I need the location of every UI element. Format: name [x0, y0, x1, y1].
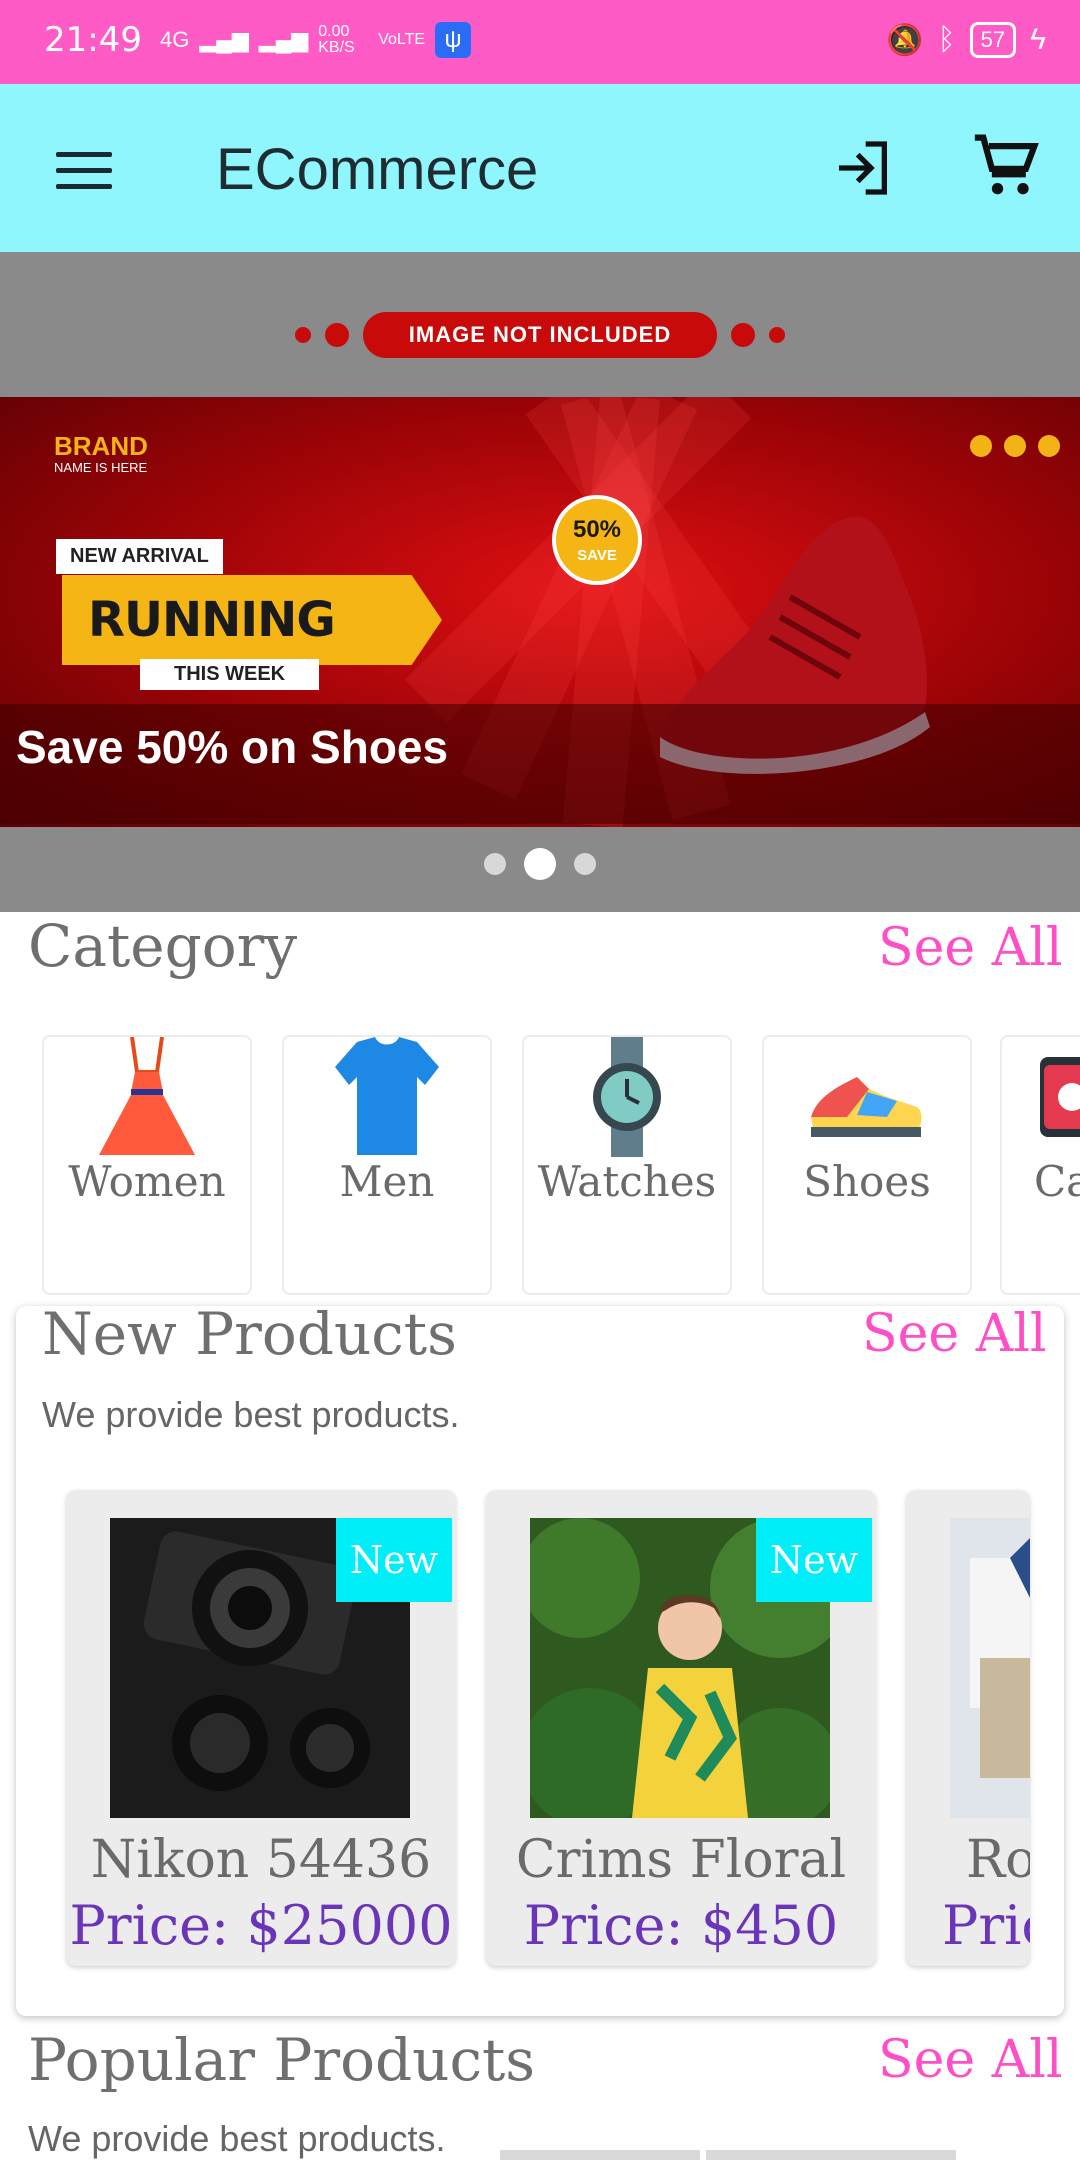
new-products-subtitle: We provide best products. [42, 1394, 460, 1435]
dress-icon [99, 1037, 195, 1155]
new-badge: New [336, 1518, 452, 1602]
status-bar: 21:49 4G ▂▄▆ ▂▄▆ 0.00 KB/S VoLTE ψ 🔕 ᛒ 5… [0, 0, 1080, 84]
image-not-included-label: IMAGE NOT INCLUDED [362, 312, 718, 358]
battery-icon: 57 [969, 22, 1017, 58]
product-price: Pric [942, 1894, 1030, 1957]
volte-text: VoLTE [378, 31, 426, 48]
category-label: Men [339, 1157, 435, 1206]
category-item-shoes[interactable]: Shoes [762, 1035, 972, 1295]
charging-icon: ϟ [1030, 23, 1046, 56]
carousel-dot[interactable] [574, 853, 596, 875]
popular-products-title: Popular Products [28, 2026, 536, 2094]
category-item-women[interactable]: Women [42, 1035, 252, 1295]
watch-icon [593, 1037, 661, 1157]
new-badge: New [756, 1518, 872, 1602]
category-label: Watches [537, 1157, 717, 1206]
carousel-dot[interactable] [484, 853, 506, 875]
status-time: 21:49 [44, 20, 142, 60]
product-card-partial[interactable]: Ro Pric [906, 1490, 1030, 1966]
twitter-icon [1038, 435, 1060, 457]
status-right-icons: 🔕 ᛒ 57 ϟ [886, 22, 1046, 58]
facebook-icon [1004, 435, 1026, 457]
app-bar: ECommerce [0, 84, 1080, 252]
camera-icon [1040, 1057, 1080, 1137]
new-arrival-tag: NEW ARRIVAL [56, 539, 223, 574]
banner-carousel[interactable]: IMAGE NOT INCLUDED BRAND NAME IS HERE NEW… [0, 252, 1080, 912]
popular-card-edge [500, 2150, 700, 2160]
hamburger-icon[interactable] [56, 152, 112, 200]
category-title: Category [28, 912, 298, 980]
app-title: ECommerce [216, 137, 539, 202]
product-name: Crims Floral [515, 1830, 847, 1890]
product-card-nikon[interactable]: New Nikon 54436 Price: $25000 [66, 1490, 456, 1966]
bluetooth-icon: ᛒ [937, 23, 956, 56]
tshirt-icon [335, 1037, 439, 1155]
instagram-icon [970, 435, 992, 457]
brand-logo: BRAND NAME IS HERE [54, 431, 148, 475]
category-item-camera[interactable]: Ca [1000, 1035, 1080, 1295]
network-type: 4G [160, 27, 190, 52]
speed-text: 0.00 KB/S [318, 23, 355, 56]
category-label: Women [68, 1157, 226, 1206]
banner-caption: Save 50% on Shoes [16, 721, 449, 773]
category-item-watches[interactable]: Watches [522, 1035, 732, 1295]
popular-products-subtitle: We provide best products. [28, 2118, 446, 2159]
carousel-dots[interactable] [0, 848, 1080, 880]
usb-icon: ψ [435, 22, 472, 58]
new-products-see-all[interactable]: See All [862, 1304, 1047, 1364]
login-icon[interactable] [830, 136, 896, 200]
new-products-title: New Products [42, 1300, 457, 1368]
product-price: Price: $450 [523, 1894, 839, 1957]
carousel-dot-active[interactable] [524, 848, 556, 880]
cart-icon[interactable] [972, 132, 1040, 200]
category-see-all[interactable]: See All [878, 918, 1063, 978]
product-name: Ro [966, 1830, 1030, 1890]
social-icons [970, 435, 1060, 457]
signal-icon-2: ▂▄▆ [258, 27, 309, 52]
banner-headline: RUNNING SHOES [62, 575, 442, 665]
status-left-icons: 4G ▂▄▆ ▂▄▆ 0.00 KB/S VoLTE ψ [160, 22, 472, 58]
product-name: Nikon 54436 [90, 1830, 432, 1890]
category-label: Ca [1034, 1157, 1080, 1206]
signal-icon: ▂▄▆ [199, 27, 249, 52]
product-card-crims-floral[interactable]: New Crims Floral Price: $450 [486, 1490, 876, 1966]
category-label: Shoes [803, 1157, 931, 1206]
sale-badge: 50% SAVE [552, 495, 642, 585]
image-placeholder-row: IMAGE NOT INCLUDED [0, 312, 1080, 358]
product-price: Price: $25000 [69, 1894, 453, 1957]
sneaker-icon [811, 1077, 922, 1137]
popular-card-edge [706, 2150, 956, 2160]
product-image [950, 1518, 1030, 1818]
popular-products-see-all[interactable]: See All [878, 2030, 1063, 2090]
this-week-tag: THIS WEEK [140, 659, 320, 690]
mute-icon: 🔕 [886, 23, 924, 57]
category-item-men[interactable]: Men [282, 1035, 492, 1295]
